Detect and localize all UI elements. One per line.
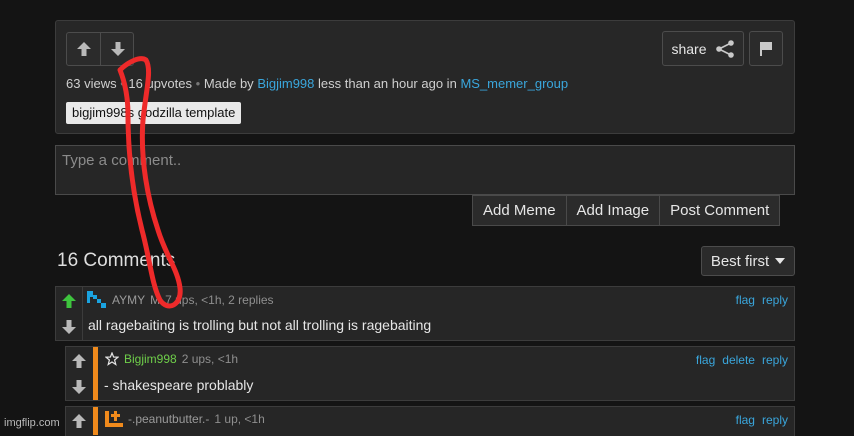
- comment-actions: flag delete reply: [696, 353, 788, 367]
- comment-header: AYMY M 7 ups, <1h, 2 replies: [87, 291, 274, 309]
- post-time: less than an hour ago in: [318, 76, 457, 91]
- comment-meta: 2 ups, <1h: [181, 352, 239, 366]
- share-icon: [715, 39, 734, 58]
- add-meme-button[interactable]: Add Meme: [473, 196, 567, 225]
- author-link[interactable]: Bigjim998: [257, 76, 314, 91]
- caret-down-icon: [775, 258, 786, 264]
- flag-link[interactable]: flag: [736, 413, 755, 427]
- arrow-down-icon: [72, 380, 86, 394]
- made-by-label: Made by: [203, 76, 254, 91]
- delete-link[interactable]: delete: [722, 353, 755, 367]
- stream-link[interactable]: MS_memer_group: [460, 76, 568, 91]
- reply-indicator-stripe: [93, 347, 98, 400]
- reply-indicator-stripe: [93, 407, 98, 435]
- comment-upvote-button[interactable]: [66, 409, 92, 433]
- comment-upvote-button[interactable]: [66, 349, 92, 373]
- imgflip-watermark: imgflip.com: [4, 417, 60, 429]
- flag-meme-button[interactable]: [749, 31, 783, 66]
- template-tag[interactable]: bigjim998s godzilla template: [66, 102, 242, 124]
- comment-actions: flag reply: [736, 293, 788, 307]
- sort-dropdown[interactable]: Best first: [701, 246, 795, 276]
- vote-divider: [82, 287, 83, 340]
- comment-downvote-button[interactable]: [66, 375, 92, 399]
- comment-username[interactable]: Bigjim998: [124, 352, 177, 366]
- arrow-up-icon: [62, 294, 76, 308]
- share-button[interactable]: share: [662, 31, 744, 66]
- arrow-down-icon: [111, 42, 125, 56]
- comment-text: - shakespeare problably: [104, 377, 254, 393]
- meme-upvote-button[interactable]: [67, 33, 101, 65]
- upvote-count: 16 upvotes: [128, 76, 192, 91]
- comment-username-extra: M: [150, 293, 161, 307]
- comment-downvote-button[interactable]: [56, 315, 82, 339]
- meme-downvote-button[interactable]: [101, 33, 135, 65]
- flag-link[interactable]: flag: [696, 353, 715, 367]
- comment-username[interactable]: AYMY: [112, 293, 145, 307]
- meme-meta: 63 views • 16 upvotes • Made by Bigjim99…: [66, 76, 568, 91]
- reply-link[interactable]: reply: [762, 293, 788, 307]
- separator-dot: •: [120, 76, 125, 91]
- comment-meta: 1 up, <1h: [214, 412, 265, 426]
- arrow-down-icon: [62, 320, 76, 334]
- comment-username[interactable]: -.peanutbutter.-: [128, 412, 209, 426]
- reply-link[interactable]: reply: [762, 353, 788, 367]
- comment-reply-item: Bigjim998 2 ups, <1h flag delete reply -…: [65, 346, 795, 401]
- share-label: share: [671, 40, 707, 57]
- view-count: 63 views: [66, 76, 117, 91]
- user-badge-icon: [87, 291, 106, 308]
- add-image-button[interactable]: Add Image: [567, 196, 661, 225]
- comment-header: -.peanutbutter.- 1 up, <1h: [105, 411, 265, 427]
- flag-icon: [760, 41, 772, 56]
- comment-button-row: Add Meme Add Image Post Comment: [472, 195, 781, 226]
- arrow-up-icon: [76, 42, 91, 56]
- sort-label: Best first: [710, 252, 770, 270]
- star-badge-icon: [105, 352, 119, 366]
- arrow-up-icon: [72, 414, 86, 428]
- comment-header: Bigjim998 2 ups, <1h: [105, 352, 238, 366]
- comment-upvote-button[interactable]: [56, 289, 82, 313]
- comment-reply-item: -.peanutbutter.- 1 up, <1h flag reply: [65, 406, 795, 436]
- comment-item: AYMY M 7 ups, <1h, 2 replies flag reply …: [55, 286, 795, 341]
- post-comment-button[interactable]: Post Comment: [660, 196, 779, 225]
- separator-dot: •: [195, 76, 201, 91]
- user-badge-icon: [105, 411, 123, 427]
- meme-vote-box: [66, 32, 134, 66]
- comment-text: all ragebaiting is trolling but not all …: [88, 317, 432, 333]
- comment-input[interactable]: [55, 145, 795, 195]
- comments-count: 16 Comments: [57, 250, 176, 271]
- comment-actions: flag reply: [736, 413, 788, 427]
- reply-link[interactable]: reply: [762, 413, 788, 427]
- arrow-up-icon: [72, 354, 86, 368]
- flag-link[interactable]: flag: [736, 293, 755, 307]
- comment-meta: 7 ups, <1h, 2 replies: [165, 293, 274, 307]
